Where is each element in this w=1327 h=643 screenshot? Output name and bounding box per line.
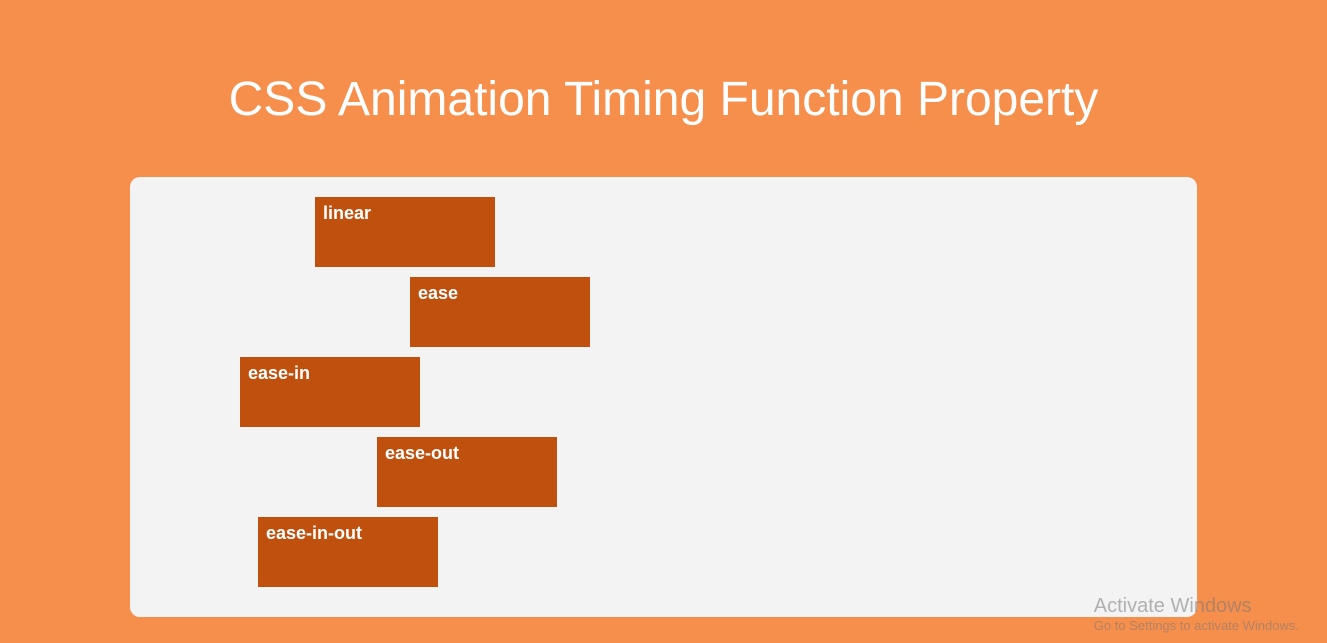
timing-box-ease-in-out: ease-in-out [258, 517, 438, 587]
page-title: CSS Animation Timing Function Property [0, 0, 1327, 127]
timing-box-linear: linear [315, 197, 495, 267]
timing-box-ease: ease [410, 277, 590, 347]
windows-activation-watermark: Activate Windows Go to Settings to activ… [1094, 595, 1299, 633]
watermark-title: Activate Windows [1094, 595, 1299, 618]
timing-box-ease-in: ease-in [240, 357, 420, 427]
animation-demo-container: linear ease ease-in ease-out ease-in-out [130, 177, 1197, 617]
timing-box-ease-out: ease-out [377, 437, 557, 507]
watermark-subtitle: Go to Settings to activate Windows. [1094, 618, 1299, 633]
